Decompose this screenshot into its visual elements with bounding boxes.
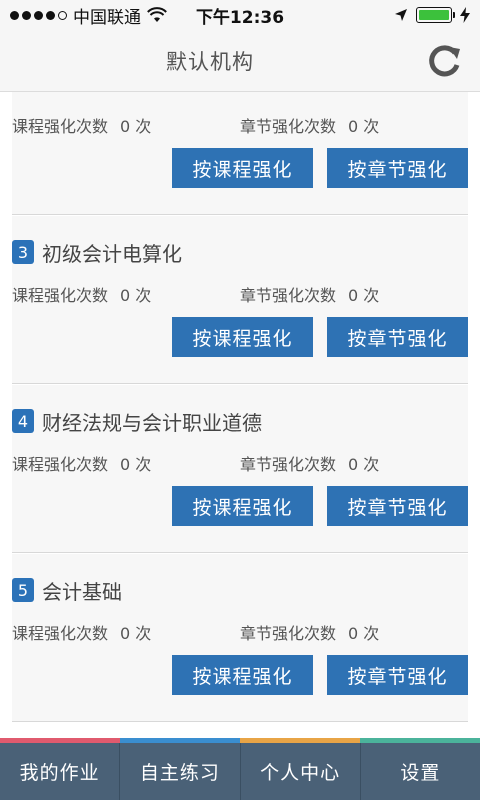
course-count-value: 0 次 <box>120 286 152 305</box>
chapter-count-stat: 章节强化次数 0 次 <box>240 113 379 137</box>
course-count-label: 课程强化次数 <box>12 624 109 643</box>
wifi-icon <box>147 7 167 22</box>
status-left: 中国联通 <box>10 3 167 28</box>
action-buttons: 按课程强化 按章节强化 <box>12 486 468 526</box>
course-stats: 课程强化次数 0 次 章节强化次数 0 次 <box>12 282 468 306</box>
tab-bar: 我的作业 自主练习 个人中心 设置 <box>0 738 480 800</box>
course-heading: 5 会计基础 <box>12 578 122 604</box>
course-count-stat: 课程强化次数 0 次 <box>12 282 151 306</box>
battery-icon <box>416 7 455 23</box>
chapter-reinforce-button[interactable]: 按章节强化 <box>327 148 468 188</box>
action-buttons: 按课程强化 按章节强化 <box>12 317 468 357</box>
charging-bolt-icon <box>460 7 470 23</box>
chapter-count-stat: 章节强化次数 0 次 <box>240 282 379 306</box>
course-stats: 课程强化次数 0 次 章节强化次数 0 次 <box>12 620 468 644</box>
course-count-value: 0 次 <box>120 624 152 643</box>
chapter-count-label: 章节强化次数 <box>240 624 337 643</box>
course-number-badge: 5 <box>12 578 34 602</box>
chapter-count-value: 0 次 <box>348 286 380 305</box>
course-title: 初级会计电算化 <box>42 241 182 266</box>
chapter-reinforce-button[interactable]: 按章节强化 <box>327 655 468 695</box>
chapter-count-value: 0 次 <box>348 455 380 474</box>
course-title: 会计基础 <box>42 579 122 604</box>
tab-my-homework[interactable]: 我的作业 <box>0 743 121 800</box>
tab-self-practice[interactable]: 自主练习 <box>120 743 241 800</box>
chapter-count-value: 0 次 <box>348 117 380 136</box>
course-reinforce-button[interactable]: 按课程强化 <box>172 655 313 695</box>
course-heading: 4 财经法规与会计职业道德 <box>12 409 262 435</box>
course-card: 3 初级会计电算化 课程强化次数 0 次 章节强化次数 0 次 按课程强化 按章节强… <box>12 216 468 384</box>
course-card: 课程强化次数 0 次 章节强化次数 0 次 按课程强化 按章节强化 <box>12 92 468 215</box>
tab-personal-center[interactable]: 个人中心 <box>241 743 361 800</box>
course-count-label: 课程强化次数 <box>12 455 109 474</box>
course-number-badge: 4 <box>12 409 34 433</box>
course-card: 5 会计基础 课程强化次数 0 次 章节强化次数 0 次 按课程强化 按章节强化 <box>12 554 468 722</box>
carrier-name: 中国联通 <box>73 7 141 28</box>
chapter-count-stat: 章节强化次数 0 次 <box>240 451 379 475</box>
tabs: 我的作业 自主练习 个人中心 设置 <box>0 743 480 800</box>
course-count-stat: 课程强化次数 0 次 <box>12 113 151 137</box>
refresh-icon <box>429 45 460 77</box>
chapter-count-stat: 章节强化次数 0 次 <box>240 620 379 644</box>
course-count-value: 0 次 <box>120 455 152 474</box>
course-count-value: 0 次 <box>120 117 152 136</box>
chapter-count-label: 章节强化次数 <box>240 455 337 474</box>
status-bar: 中国联通 下午12:36 <box>0 0 480 30</box>
nav-header: 默认机构 <box>0 30 480 92</box>
course-reinforce-button[interactable]: 按课程强化 <box>172 486 313 526</box>
course-count-label: 课程强化次数 <box>12 117 109 136</box>
course-card: 4 财经法规与会计职业道德 课程强化次数 0 次 章节强化次数 0 次 按课程强化 … <box>12 385 468 553</box>
refresh-button[interactable] <box>422 39 466 83</box>
course-reinforce-button[interactable]: 按课程强化 <box>172 148 313 188</box>
course-count-stat: 课程强化次数 0 次 <box>12 451 151 475</box>
location-arrow-icon <box>395 9 407 21</box>
action-buttons: 按课程强化 按章节强化 <box>12 148 468 188</box>
page-title: 默认机构 <box>166 49 254 74</box>
chapter-count-label: 章节强化次数 <box>240 117 337 136</box>
action-buttons: 按课程强化 按章节强化 <box>12 655 468 695</box>
course-count-label: 课程强化次数 <box>12 286 109 305</box>
chapter-reinforce-button[interactable]: 按章节强化 <box>327 486 468 526</box>
tab-settings[interactable]: 设置 <box>361 743 480 800</box>
course-number-badge: 3 <box>12 240 34 264</box>
course-title: 财经法规与会计职业道德 <box>42 410 262 435</box>
signal-strength-icon <box>10 10 67 20</box>
course-heading: 3 初级会计电算化 <box>12 240 182 266</box>
chapter-reinforce-button[interactable]: 按章节强化 <box>327 317 468 357</box>
course-list[interactable]: 课程强化次数 0 次 章节强化次数 0 次 按课程强化 按章节强化 3 初级会计电算… <box>0 92 480 738</box>
course-reinforce-button[interactable]: 按课程强化 <box>172 317 313 357</box>
chapter-count-value: 0 次 <box>348 624 380 643</box>
course-stats: 课程强化次数 0 次 章节强化次数 0 次 <box>12 451 468 475</box>
status-right <box>394 7 470 23</box>
course-count-stat: 课程强化次数 0 次 <box>12 620 151 644</box>
chapter-count-label: 章节强化次数 <box>240 286 337 305</box>
course-stats: 课程强化次数 0 次 章节强化次数 0 次 <box>12 113 468 137</box>
